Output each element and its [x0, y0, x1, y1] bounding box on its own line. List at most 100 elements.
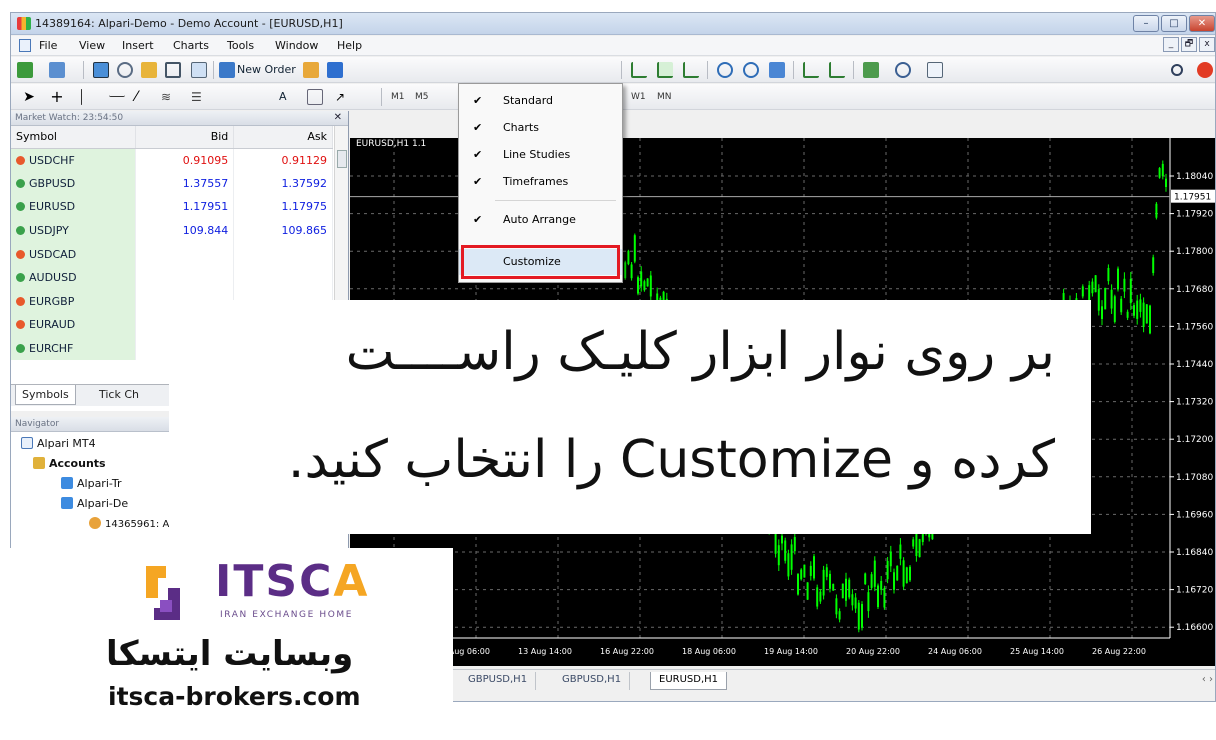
chart-tab-gbpusd-1[interactable]: GBPUSD,H1 [460, 672, 537, 690]
text-label-icon[interactable] [307, 89, 323, 105]
crosshair-icon[interactable] [117, 62, 133, 78]
window-title: 14389164: Alpari-Demo - Demo Account - [… [35, 17, 343, 30]
chart-shift-icon[interactable] [803, 62, 819, 78]
logo-wordmark-main: ITSC [215, 556, 334, 607]
line-chart-icon[interactable] [683, 62, 699, 78]
timeframe-m1[interactable]: M1 [391, 92, 405, 102]
chart-tab-gbpusd-2[interactable]: GBPUSD,H1 [554, 672, 631, 690]
strategy-tester-icon[interactable] [191, 62, 207, 78]
tree-accounts[interactable]: Accounts [33, 457, 106, 470]
menu-insert[interactable]: Insert [122, 39, 154, 52]
table-row[interactable]: USDJPY 109.844 109.865 [11, 218, 333, 243]
candle-body [883, 588, 886, 608]
symbol-label: AUDUSD [29, 271, 77, 285]
new-order-icon[interactable] [219, 62, 235, 78]
autoscroll-icon[interactable] [829, 62, 845, 78]
new-order-button[interactable]: New Order [237, 60, 296, 80]
menu-tools[interactable]: Tools [227, 39, 254, 52]
candlestick-icon[interactable] [657, 62, 673, 78]
table-row[interactable]: GBPUSD 1.37557 1.37592 [11, 171, 333, 196]
symbol-label: GBPUSD [29, 176, 76, 190]
symbol-cell: EURAUD [11, 313, 136, 337]
trendline-icon[interactable]: ⁄ [135, 89, 151, 105]
chart-tab-eurusd[interactable]: EURUSD,H1 [650, 672, 728, 690]
logo-wordmark: ITSCA [215, 556, 369, 607]
horizontal-line-icon[interactable] [109, 89, 125, 97]
scrollbar-thumb[interactable] [337, 150, 347, 168]
indicators-icon[interactable] [863, 62, 879, 78]
table-row[interactable]: USDCAD [11, 242, 333, 266]
table-row[interactable]: USDCHF 0.91095 0.91129 [11, 148, 333, 172]
candle-body [902, 560, 905, 587]
tab-symbols[interactable]: Symbols [15, 385, 76, 405]
mdi-close-button[interactable]: x [1199, 37, 1215, 52]
metaeditor-icon[interactable] [303, 62, 319, 78]
text-tool[interactable]: A [279, 87, 287, 107]
price-label: 1.17080 [1176, 473, 1213, 483]
zoom-out-icon[interactable] [743, 62, 759, 78]
templates-icon[interactable] [927, 62, 943, 78]
alerts-icon[interactable] [1197, 62, 1213, 78]
candle-body [832, 583, 835, 591]
mdi-minimize-button[interactable]: _ [1163, 37, 1179, 52]
close-panel-icon[interactable]: ✕ [334, 112, 342, 123]
minimize-button[interactable]: – [1133, 15, 1159, 32]
crosshair-tool-icon[interactable]: + [49, 89, 65, 105]
tree-accounts-label: Accounts [49, 457, 106, 470]
table-row[interactable]: EURUSD 1.17951 1.17975 [11, 195, 333, 219]
column-header-bid[interactable]: Bid [135, 126, 235, 149]
timeframe-mn[interactable]: MN [657, 92, 672, 102]
search-icon[interactable] [1171, 64, 1183, 76]
candle-body [806, 582, 809, 600]
close-button[interactable]: ✕ [1189, 15, 1215, 32]
menu-item-auto-arrange[interactable]: ✔ Auto Arrange [459, 207, 622, 233]
menu-view[interactable]: View [79, 39, 105, 52]
menu-item-timeframes[interactable]: ✔ Timeframes [459, 169, 622, 195]
tree-server-demo[interactable]: Alpari-De [61, 497, 128, 510]
menu-item-charts[interactable]: ✔ Charts [459, 115, 622, 141]
new-chart-icon[interactable] [17, 62, 33, 78]
arrows-icon[interactable]: ↗ [335, 89, 351, 105]
vertical-line-icon[interactable] [81, 89, 82, 105]
ask-cell: 1.17975 [233, 195, 333, 219]
mdi-restore-button[interactable]: 🗗 [1181, 37, 1197, 52]
candle-body [880, 580, 883, 590]
market-watch-icon[interactable] [93, 62, 109, 78]
maximize-button[interactable]: □ [1161, 15, 1187, 32]
fibonacci-icon[interactable]: ☰ [191, 89, 207, 105]
autotrading-icon[interactable] [327, 62, 343, 78]
navigator-icon[interactable] [141, 62, 157, 78]
candle-body [1113, 296, 1116, 322]
timeframe-m5[interactable]: M5 [415, 92, 429, 102]
menu-item-label: Charts [503, 121, 539, 134]
bar-chart-icon[interactable] [631, 62, 647, 78]
tree-root[interactable]: Alpari MT4 [21, 437, 96, 450]
price-label: 1.17680 [1176, 285, 1213, 295]
periods-icon[interactable] [895, 62, 911, 78]
menu-item-line-studies[interactable]: ✔ Line Studies [459, 142, 622, 168]
instruction-overlay: بر روی نوار ابزار کلیـک راســــت کرده و … [169, 300, 1091, 534]
channel-icon[interactable]: ≋ [161, 89, 177, 105]
market-watch-header: Market Watch: 23:54:50 ✕ [11, 111, 348, 126]
zoom-in-icon[interactable] [717, 62, 733, 78]
cursor-icon[interactable]: ➤ [21, 89, 37, 105]
menu-window[interactable]: Window [275, 39, 318, 52]
menu-charts[interactable]: Charts [173, 39, 209, 52]
timeframe-w1[interactable]: W1 [631, 92, 646, 102]
tile-windows-icon[interactable] [769, 62, 785, 78]
time-label: 13 Aug 14:00 [518, 647, 572, 656]
time-label: 26 Aug 22:00 [1092, 647, 1146, 656]
terminal-tree-icon [21, 437, 33, 449]
profiles-icon[interactable] [49, 62, 65, 78]
menu-file[interactable]: File [39, 39, 57, 52]
tab-tick-chart[interactable]: Tick Ch [93, 385, 145, 405]
column-header-ask[interactable]: Ask [233, 126, 333, 149]
menu-item-standard[interactable]: ✔ Standard [459, 88, 622, 114]
tree-server-real[interactable]: Alpari-Tr [61, 477, 121, 490]
terminal-icon[interactable] [165, 62, 181, 78]
tab-scroll-arrows[interactable]: ‹ › [1202, 674, 1213, 685]
menu-help[interactable]: Help [337, 39, 362, 52]
symbol-cell: USDCAD [11, 242, 136, 266]
table-row[interactable]: AUDUSD [11, 265, 333, 290]
column-header-symbol[interactable]: Symbol [11, 126, 136, 149]
